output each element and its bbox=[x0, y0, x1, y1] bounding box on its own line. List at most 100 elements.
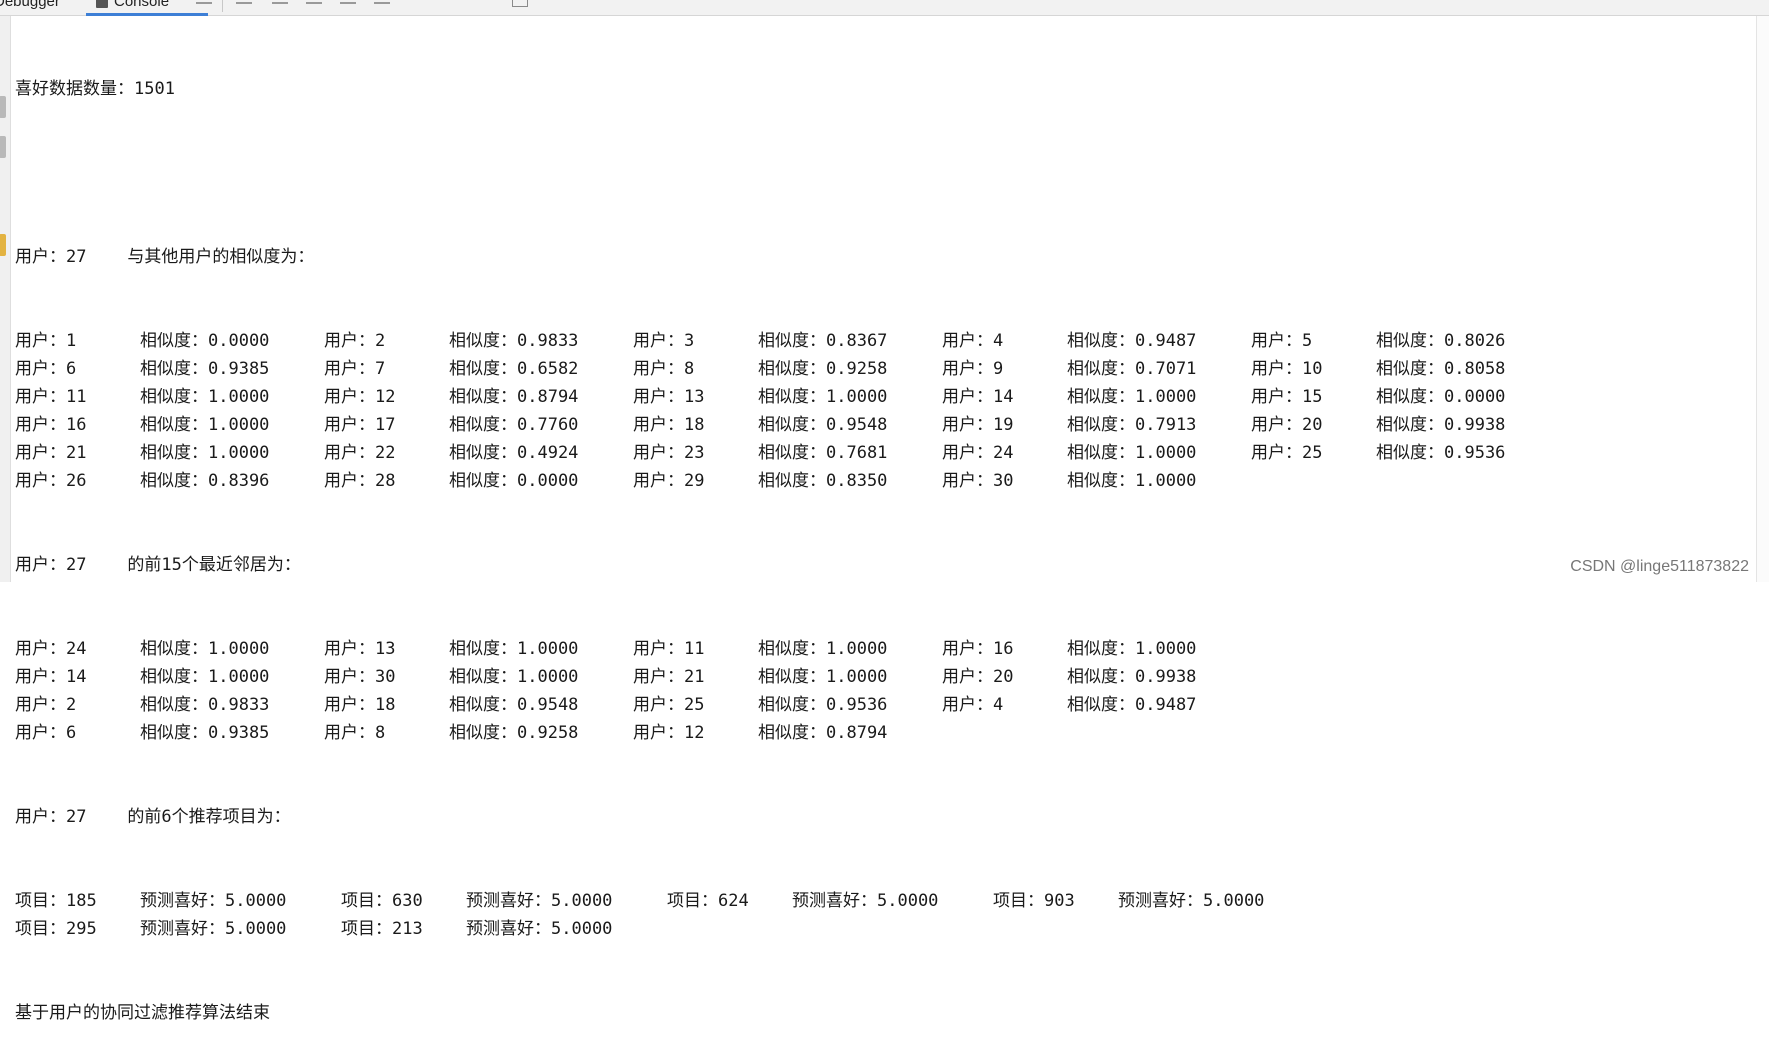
row-key: 项目：185 bbox=[15, 891, 97, 911]
neighbor-row: 用户：14 相似度：1.0000 用户：30 相似度：1.0000 用户：21 相似度：1… bbox=[15, 663, 1196, 691]
neighbor-row: 用户：24 相似度：1.0000 用户：13 相似度：1.0000 用户：11 相似度：1… bbox=[15, 635, 1196, 663]
recommendation-rows: 项目：185 预测喜好：5.0000 项目：630 预测喜好：5.0000 项目：624… bbox=[15, 887, 1264, 943]
console-line: 用户：27 的前6个推荐项目为： bbox=[15, 807, 291, 827]
console-output: 喜好数据数量：1501 用户：27 与其他用户的相似度为： 用户：1 相似度：0.… bbox=[15, 19, 1505, 1055]
toolbar-button-6[interactable] bbox=[374, 2, 390, 4]
tab-console[interactable]: Console bbox=[96, 0, 169, 10]
row-key: 用户：4 bbox=[942, 695, 1004, 715]
row-value: 相似度：1.0000 bbox=[140, 443, 270, 463]
recommendation-row: 项目：185 预测喜好：5.0000 项目：630 预测喜好：5.0000 项目：624… bbox=[15, 887, 1264, 915]
row-key: 用户：18 bbox=[633, 415, 705, 435]
row-value: 相似度：0.7913 bbox=[1067, 415, 1197, 435]
neighbor-row: 用户：2 相似度：0.9833 用户：18 相似度：0.9548 用户：25 相似度：0.… bbox=[15, 691, 1196, 719]
row-value: 预测喜好：5.0000 bbox=[140, 919, 287, 939]
row-key: 项目：295 bbox=[15, 919, 97, 939]
row-key: 用户：30 bbox=[324, 667, 396, 687]
row-key: 项目：903 bbox=[993, 891, 1075, 911]
active-tab-indicator bbox=[86, 13, 208, 16]
row-value: 相似度：0.9938 bbox=[1067, 667, 1197, 687]
console-tab-bar: Debugger Console bbox=[0, 0, 1769, 16]
row-value: 相似度：0.0000 bbox=[449, 471, 579, 491]
row-value: 相似度：0.6582 bbox=[449, 359, 579, 379]
row-value: 相似度：1.0000 bbox=[758, 639, 888, 659]
row-key: 项目：630 bbox=[341, 891, 423, 911]
row-value: 相似度：0.9548 bbox=[449, 695, 579, 715]
row-key: 用户：21 bbox=[633, 667, 705, 687]
row-key: 用户：1 bbox=[15, 331, 77, 351]
row-value: 相似度：0.0000 bbox=[1376, 387, 1506, 407]
row-value: 相似度：0.8367 bbox=[758, 331, 888, 351]
row-key: 用户：13 bbox=[324, 639, 396, 659]
layout-icon[interactable] bbox=[512, 0, 528, 7]
row-key: 项目：624 bbox=[667, 891, 749, 911]
row-value: 相似度：0.9487 bbox=[1067, 695, 1197, 715]
row-key: 用户：22 bbox=[324, 443, 396, 463]
row-key: 用户：10 bbox=[1251, 359, 1323, 379]
console-line: 基于用户的协同过滤推荐算法结束 bbox=[15, 1003, 270, 1023]
row-value: 相似度：1.0000 bbox=[1067, 639, 1197, 659]
row-value: 预测喜好：5.0000 bbox=[792, 891, 939, 911]
row-key: 用户：12 bbox=[324, 387, 396, 407]
similarity-row: 用户：1 相似度：0.0000 用户：2 相似度：0.9833 用户：3 相似度：0.83… bbox=[15, 327, 1505, 355]
toolbar-button-1[interactable] bbox=[196, 2, 212, 4]
row-key: 用户：11 bbox=[15, 387, 87, 407]
row-value: 相似度：1.0000 bbox=[758, 387, 888, 407]
row-value: 相似度：1.0000 bbox=[140, 415, 270, 435]
row-value: 预测喜好：5.0000 bbox=[1118, 891, 1265, 911]
recommendation-row: 项目：295 预测喜好：5.0000 项目：213 预测喜好：5.0000 bbox=[15, 915, 612, 943]
row-value: 相似度：1.0000 bbox=[1067, 471, 1197, 491]
row-key: 用户：14 bbox=[942, 387, 1014, 407]
row-key: 用户：14 bbox=[15, 667, 87, 687]
row-value: 相似度：0.9258 bbox=[758, 359, 888, 379]
row-key: 用户：6 bbox=[15, 359, 77, 379]
row-value: 预测喜好：5.0000 bbox=[140, 891, 287, 911]
tab-console-label: Console bbox=[114, 0, 170, 10]
row-key: 用户：20 bbox=[942, 667, 1014, 687]
watermark: CSDN @linge511873822 bbox=[1570, 558, 1749, 575]
row-value: 相似度：1.0000 bbox=[449, 667, 579, 687]
gutter-marker[interactable] bbox=[0, 136, 6, 158]
row-value: 相似度：0.8794 bbox=[449, 387, 579, 407]
toolbar-button-3[interactable] bbox=[272, 2, 288, 4]
neighbor-rows: 用户：24 相似度：1.0000 用户：13 相似度：1.0000 用户：11 相似度：1… bbox=[15, 635, 1196, 747]
row-value: 相似度：0.0000 bbox=[140, 331, 270, 351]
toolbar-button-2[interactable] bbox=[236, 2, 252, 4]
toolbar-button-5[interactable] bbox=[340, 2, 356, 4]
row-value: 相似度：0.9833 bbox=[449, 331, 579, 351]
console-line: 用户：27 与其他用户的相似度为： bbox=[15, 247, 315, 267]
similarity-rows: 用户：1 相似度：0.0000 用户：2 相似度：0.9833 用户：3 相似度：0.83… bbox=[15, 327, 1505, 495]
similarity-row: 用户：6 相似度：0.9385 用户：7 相似度：0.6582 用户：8 相似度：0.92… bbox=[15, 355, 1505, 383]
row-value: 相似度：0.4924 bbox=[449, 443, 579, 463]
row-key: 用户：6 bbox=[15, 723, 77, 743]
row-value: 相似度：0.9536 bbox=[1376, 443, 1506, 463]
row-key: 用户：24 bbox=[942, 443, 1014, 463]
row-value: 相似度：0.8058 bbox=[1376, 359, 1506, 379]
neighbor-row: 用户：6 相似度：0.9385 用户：8 相似度：0.9258 用户：12 相似度：0.8… bbox=[15, 719, 887, 747]
row-key: 用户：18 bbox=[324, 695, 396, 715]
row-value: 相似度：0.9258 bbox=[449, 723, 579, 743]
row-value: 相似度：0.9385 bbox=[140, 723, 270, 743]
row-key: 用户：17 bbox=[324, 415, 396, 435]
row-value: 预测喜好：5.0000 bbox=[466, 891, 613, 911]
row-value: 相似度：0.7681 bbox=[758, 443, 888, 463]
row-value: 相似度：1.0000 bbox=[140, 387, 270, 407]
gutter-marker[interactable] bbox=[0, 96, 6, 118]
row-key: 用户：13 bbox=[633, 387, 705, 407]
row-value: 相似度：0.9487 bbox=[1067, 331, 1197, 351]
row-key: 用户：12 bbox=[633, 723, 705, 743]
scrollbar[interactable] bbox=[1756, 16, 1769, 582]
row-value: 相似度：1.0000 bbox=[140, 667, 270, 687]
gutter-marker-highlight[interactable] bbox=[0, 234, 6, 256]
tab-debugger[interactable]: Debugger bbox=[0, 0, 60, 10]
row-value: 相似度：1.0000 bbox=[140, 639, 270, 659]
console-line: 用户：27 的前15个最近邻居为： bbox=[15, 555, 301, 575]
row-key: 用户：16 bbox=[15, 415, 87, 435]
toolbar-button-4[interactable] bbox=[306, 2, 322, 4]
row-value: 相似度：0.8026 bbox=[1376, 331, 1506, 351]
row-key: 用户：8 bbox=[633, 359, 695, 379]
row-key: 用户：25 bbox=[633, 695, 705, 715]
row-key: 用户：19 bbox=[942, 415, 1014, 435]
row-key: 用户：25 bbox=[1251, 443, 1323, 463]
row-value: 预测喜好：5.0000 bbox=[466, 919, 613, 939]
